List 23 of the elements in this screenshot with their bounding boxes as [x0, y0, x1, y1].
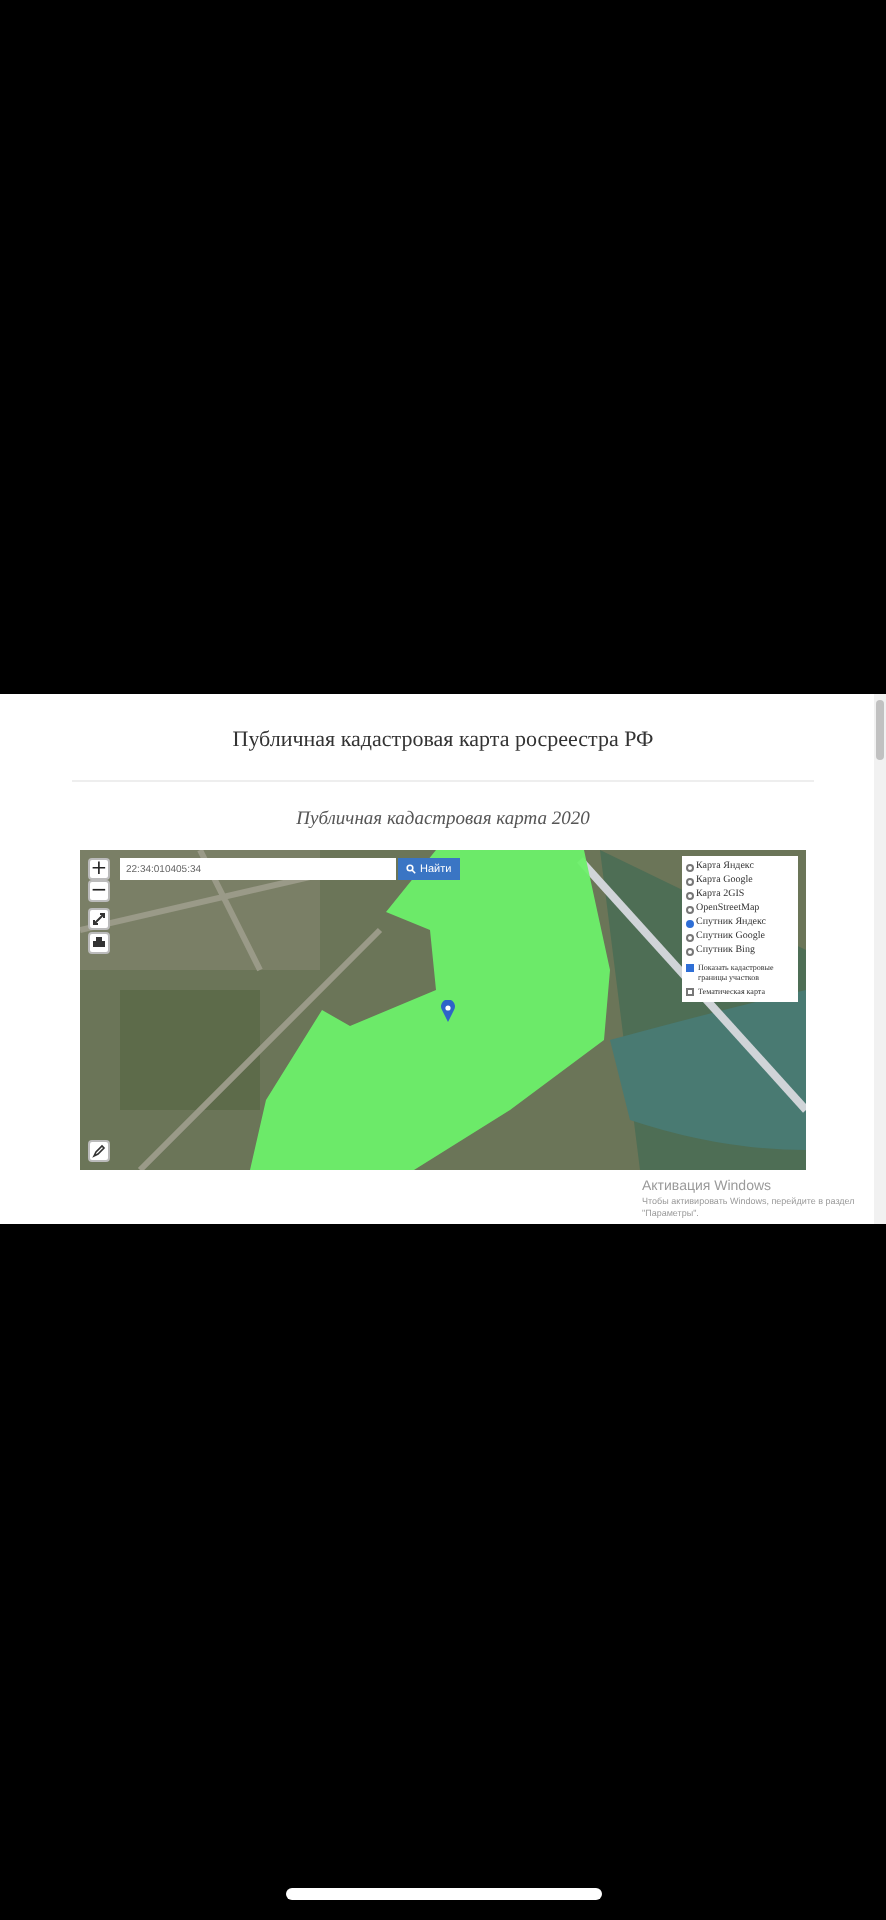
search-icon [406, 864, 416, 874]
page-title: Публичная кадастровая карта росреестра РФ [230, 726, 656, 756]
map-pin-icon [440, 1000, 456, 1022]
radio-button[interactable] [686, 891, 694, 899]
radio-button[interactable] [686, 947, 694, 955]
radio-button[interactable] [686, 919, 694, 927]
checkbox[interactable] [686, 964, 694, 972]
zoom-out-button[interactable]: − [88, 880, 110, 902]
print-button[interactable] [88, 932, 110, 954]
diagonal-arrows-icon [92, 912, 106, 926]
radio-button[interactable] [686, 877, 694, 885]
checkbox[interactable] [686, 988, 694, 996]
zoom-in-button[interactable]: + [88, 858, 110, 880]
scrollbar[interactable] [874, 694, 886, 1224]
draw-button[interactable] [88, 1140, 110, 1162]
radio-button[interactable] [686, 863, 694, 871]
radio-button[interactable] [686, 905, 694, 913]
scrollbar-thumb[interactable] [876, 700, 884, 760]
printer-icon [92, 936, 106, 950]
radio-button[interactable] [686, 933, 694, 941]
pencil-icon [92, 1144, 106, 1158]
fullscreen-button[interactable] [88, 908, 110, 930]
map-subtitle: Публичная кадастровая карта 2020 [294, 808, 592, 834]
